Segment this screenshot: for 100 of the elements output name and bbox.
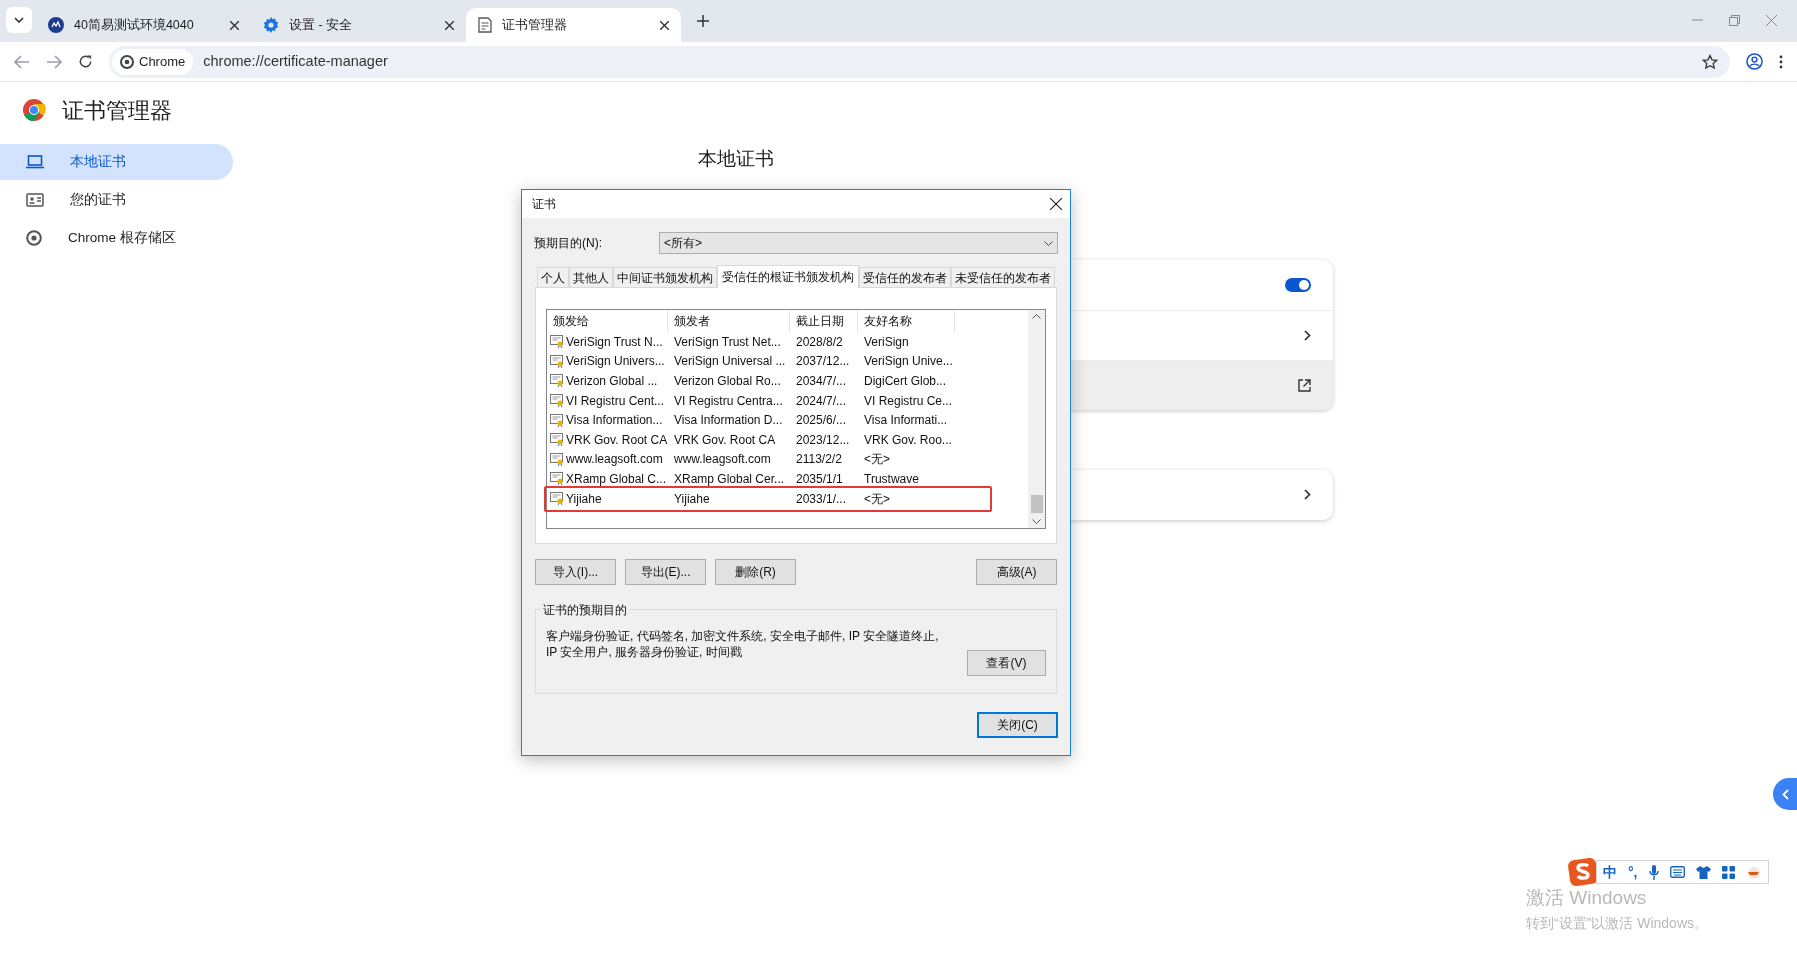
friendly-name: <无> — [864, 451, 890, 469]
friendly-name: VI Registru Ce... — [864, 392, 953, 410]
friendly-name: DigiCert Glob... — [864, 373, 947, 390]
profile-icon[interactable] — [1746, 53, 1763, 70]
column-header[interactable]: 截止日期 — [790, 310, 858, 332]
dialog-tab[interactable]: 受信任的发布者 — [859, 267, 951, 287]
plus-icon — [697, 15, 709, 27]
tab-list-button[interactable] — [6, 7, 32, 33]
certificate-name[interactable]: VeriSign Univers... — [566, 352, 665, 371]
chevron-down-icon — [14, 17, 24, 23]
certificate-icon — [550, 354, 564, 368]
side-panel-button[interactable] — [1773, 778, 1797, 810]
grid-icon[interactable] — [1721, 865, 1735, 879]
dialog-tab[interactable]: 个人 — [537, 267, 569, 287]
dialog-button[interactable]: 删除(R) — [715, 559, 796, 585]
certificate-name[interactable]: VI Registru Cent... — [566, 391, 665, 410]
sidebar-item[interactable]: Chrome 根存储区 — [0, 220, 233, 256]
issuer-name: VI Registru Centra... — [674, 392, 783, 410]
punctuation-button[interactable]: °, — [1628, 861, 1638, 883]
site-logo-icon — [48, 17, 64, 33]
expiry-date: 2035/1/1 — [796, 470, 843, 488]
issuer-name: Visa Information D... — [674, 412, 783, 430]
purpose-dropdown[interactable]: <所有> — [659, 232, 1058, 254]
url-text: chrome://certificate-manager — [203, 51, 388, 71]
keyboard-icon[interactable] — [1669, 866, 1685, 878]
friendly-name: Trustwave — [864, 470, 919, 488]
dialog-tab[interactable]: 受信任的根证书颁发机构 — [717, 265, 859, 288]
expiry-date: 2033/1/... — [796, 490, 847, 508]
star-icon[interactable] — [1702, 53, 1718, 70]
laptop-icon — [26, 155, 44, 169]
friendly-name: VeriSign — [864, 333, 909, 351]
dialog-tab[interactable]: 未受信任的发布者 — [951, 267, 1055, 287]
site-chip[interactable]: Chrome — [112, 48, 194, 75]
mascot-icon[interactable] — [1745, 865, 1762, 879]
ime-mode-button[interactable]: 中 — [1603, 861, 1617, 883]
expiry-date: 2037/12... — [796, 353, 850, 371]
dialog-tab[interactable]: 中间证书颁发机构 — [613, 267, 717, 287]
microphone-icon[interactable] — [1648, 864, 1659, 880]
issuer-name: VeriSign Universal ... — [674, 353, 786, 371]
menu-icon[interactable] — [1779, 54, 1783, 69]
dialog-button[interactable]: 导入(I)... — [535, 559, 616, 585]
friendly-name: Visa Informati... — [864, 412, 948, 430]
address-bar[interactable]: Chrome chrome://certificate-manager — [109, 45, 1730, 78]
certificate-name[interactable]: Yijiahe — [566, 489, 602, 508]
chevron-left-icon — [1781, 788, 1789, 800]
back-icon[interactable] — [14, 54, 30, 69]
dialog-button[interactable]: 导出(E)... — [625, 559, 706, 585]
certificate-name[interactable]: www.leagsoft.com — [566, 450, 663, 469]
browser-tab[interactable]: 证书管理器 — [466, 8, 681, 42]
certificate-name[interactable]: VeriSign Trust N... — [566, 332, 663, 351]
chrome-logo-icon — [120, 54, 134, 69]
close-icon[interactable] — [230, 20, 239, 30]
certificate-icon — [550, 413, 564, 427]
scroll-up-icon[interactable] — [1032, 314, 1041, 319]
scroll-thumb[interactable] — [1030, 495, 1043, 513]
expiry-date: 2025/6/... — [796, 412, 847, 430]
toggle-switch[interactable] — [1285, 277, 1311, 292]
certificate-icon — [550, 374, 564, 388]
external-link-icon[interactable] — [1298, 378, 1311, 392]
gear-icon — [263, 17, 279, 33]
certificate-name[interactable]: VRK Gov. Root CA — [566, 430, 668, 449]
column-header[interactable]: 友好名称 — [858, 310, 955, 332]
certificate-name[interactable]: Visa Information... — [566, 411, 663, 430]
certificate-icon — [550, 492, 564, 506]
forward-icon[interactable] — [46, 54, 62, 69]
friendly-name: VeriSign Unive... — [864, 353, 953, 371]
browser-tab[interactable]: 设置 - 安全 — [251, 8, 466, 42]
restore-icon[interactable] — [1729, 14, 1740, 26]
chevron-right-icon[interactable] — [1304, 489, 1311, 500]
certificate-name[interactable]: Verizon Global ... — [566, 372, 658, 390]
dialog-tab[interactable]: 其他人 — [569, 267, 613, 287]
purpose-text: 客户端身份验证, 代码签名, 加密文件系统, 安全电子邮件, IP 安全隧道终止, IP 安全用户, 服务器身份验证, 时间戳 — [546, 628, 940, 661]
close-icon[interactable] — [1050, 198, 1062, 210]
friendly-name: VRK Gov. Roo... — [864, 431, 952, 449]
close-icon[interactable] — [445, 20, 454, 30]
chevron-down-icon — [1044, 240, 1053, 246]
scrollbar[interactable] — [1028, 310, 1045, 528]
expiry-date: 2113/2/2 — [796, 451, 842, 469]
expiry-date: 2028/8/2 — [796, 333, 843, 351]
chrome-logo-icon — [26, 230, 42, 246]
sidebar-item[interactable]: 本地证书 — [0, 144, 233, 180]
reload-icon[interactable] — [78, 54, 93, 69]
expiry-date: 2023/12... — [796, 431, 850, 449]
certificate-icon — [550, 472, 564, 486]
chevron-right-icon[interactable] — [1304, 329, 1311, 341]
column-header[interactable]: 颁发给 — [547, 310, 668, 332]
id-card-icon — [26, 193, 44, 207]
advanced-button[interactable]: 高级(A) — [976, 559, 1057, 585]
close-icon[interactable] — [660, 20, 669, 30]
issuer-name: www.leagsoft.com — [674, 451, 771, 469]
close-button[interactable]: 关闭(C) — [977, 712, 1058, 738]
column-header[interactable]: 颁发者 — [668, 310, 790, 332]
sidebar-item[interactable]: 您的证书 — [0, 182, 233, 218]
certificate-icon — [550, 394, 564, 408]
browser-tab[interactable]: 40简易测试环境4040 — [36, 8, 251, 42]
scroll-down-icon[interactable] — [1032, 519, 1041, 524]
certificate-name[interactable]: XRamp Global C... — [566, 469, 667, 488]
shirt-icon[interactable] — [1695, 865, 1711, 879]
certificate-icon — [550, 433, 564, 447]
view-button[interactable]: 查看(V) — [966, 650, 1046, 676]
